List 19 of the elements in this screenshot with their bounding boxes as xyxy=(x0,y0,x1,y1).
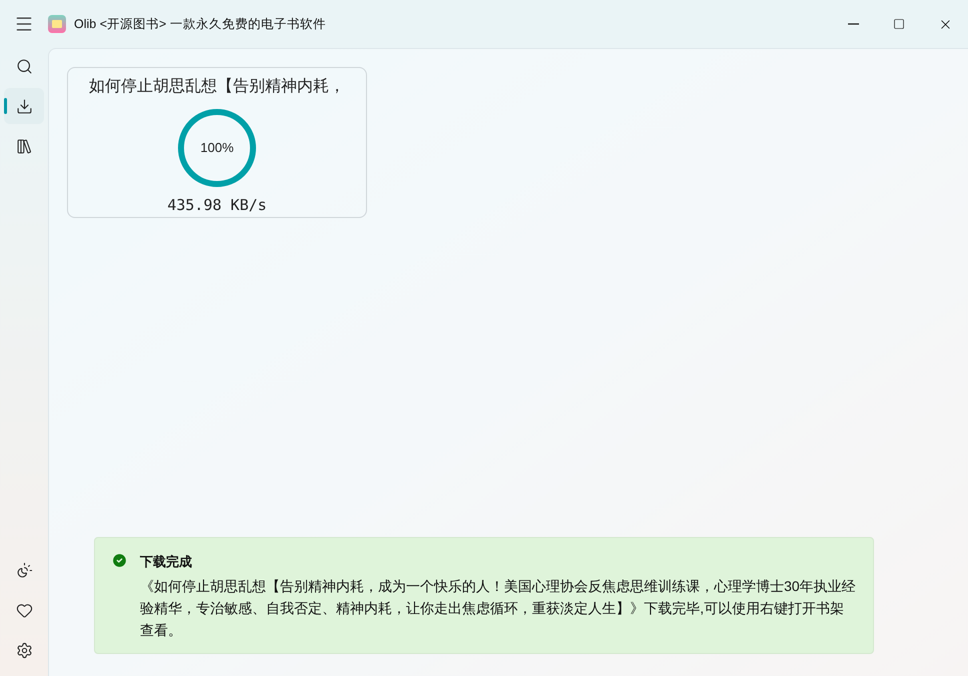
success-icon xyxy=(111,552,128,568)
book-title: 如何停止胡思乱想【告别精神内耗， xyxy=(89,75,345,97)
settings-icon xyxy=(16,642,32,658)
download-speed: 435.98 KB/s xyxy=(167,195,267,216)
minimize-icon xyxy=(848,23,858,25)
window-title: Olib <开源图书> 一款永久免费的电子书软件 xyxy=(74,16,326,33)
download-card[interactable]: 如何停止胡思乱想【告别精神内耗， 100% 435.98 KB/s xyxy=(67,67,367,218)
notification-title: 下载完成 xyxy=(140,552,193,570)
books-icon xyxy=(16,138,32,154)
notification-message: 《如何停止胡思乱想【告别精神内耗，成为一个快乐的人！美国心理协会反焦虑思维训练课，心理学博士30年执业经验精华，专治敏感、自我否定、精神内耗，让你走出焦虑循环，重获淡定人生】》下载完毕,可以使用右键打开书架查看。 xyxy=(140,577,857,640)
search-icon xyxy=(16,58,32,74)
heart-icon xyxy=(16,602,32,618)
progress-percent: 100% xyxy=(200,140,234,156)
selection-indicator xyxy=(4,98,7,114)
app-logo-icon xyxy=(48,15,66,33)
download-icon xyxy=(16,98,32,114)
maximize-icon xyxy=(893,18,905,30)
sun-icon xyxy=(16,562,32,578)
sidebar-button[interactable] xyxy=(4,88,44,124)
